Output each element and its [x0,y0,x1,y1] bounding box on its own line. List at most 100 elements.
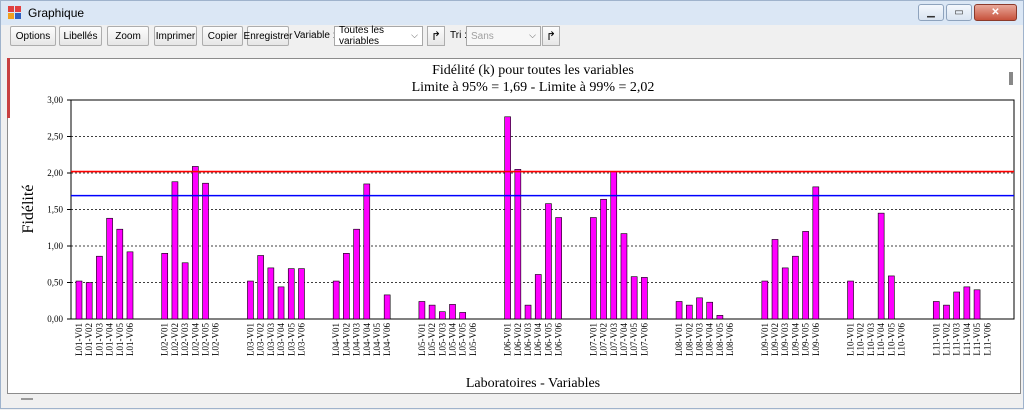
bar [192,166,199,320]
y-tick-label: 1,00 [47,241,63,251]
bar [706,301,713,320]
x-tick-label: L11-V06 [982,323,992,356]
bar [439,311,446,320]
bar [610,171,618,320]
bar [116,228,124,320]
x-tick-label: L09-V03 [780,323,790,356]
x-tick-label: L08-V05 [715,323,725,356]
x-tick-label: L09-V06 [811,323,821,356]
bar [675,301,683,320]
bar [534,274,542,320]
x-tick-label: L08-V06 [725,323,735,356]
x-tick-label: L08-V04 [705,323,715,356]
x-tick-label: L10-V05 [886,323,896,356]
x-tick-label: L07-V06 [639,323,649,356]
x-tick-label: L05-V02 [427,323,437,356]
plot-area: 0,000,501,001,502,002,503,00L01-V01 L01-V… [47,95,1015,356]
y-tick-label: 1,50 [47,205,63,215]
x-tick-label: L03-V01 [245,323,255,356]
bar [973,289,981,320]
y-tick-label: 0,00 [47,314,63,324]
bar [716,315,724,320]
x-tick-label: L06-V02 [513,323,523,356]
y-axis-title: Fidélité [20,185,37,234]
x-tick-label: L05-V01 [417,323,427,356]
vertical-scrollbar[interactable] [1006,64,1017,384]
bar [126,251,134,320]
bar [545,203,552,320]
x-tick-label: L06-V03 [523,323,533,356]
bar [555,217,562,320]
bar [363,183,371,320]
x-tick-label: L04-V03 [352,323,362,356]
x-tick-label: L01-V03 [94,323,104,356]
bar [600,198,607,320]
scrollbar-thumb[interactable] [1009,72,1013,85]
x-tick-label: L04-V04 [362,323,372,356]
x-tick-label: L01-V06 [125,323,135,356]
x-tick-label: L10-V04 [876,323,886,356]
bar [353,228,360,320]
bar [171,181,179,320]
bar [696,297,703,320]
fidelity-chart: Fidélité (k) pour toutes les variables L… [20,63,1015,391]
bar [953,291,960,320]
x-tick-label: L08-V02 [684,323,694,356]
x-tick-label: L09-V04 [790,323,800,356]
bar [202,182,209,320]
x-tick-label: L09-V02 [770,323,780,356]
bar [181,262,189,320]
y-tick-label: 2,50 [47,132,63,142]
bar [685,304,693,320]
bar [877,212,885,320]
x-tick-label: L08-V01 [674,323,684,356]
bar [802,231,809,320]
x-tick-label: L04-V01 [331,323,341,356]
status-grip [21,398,33,400]
graph-window: Graphique ▁ ▭ ✕ Options Libellés Zoom Im… [0,0,1024,409]
bar [298,268,305,320]
x-tick-label: L01-V04 [105,323,115,356]
bar [771,239,779,320]
x-tick-label: L10-V06 [897,323,907,356]
x-tick-label: L10-V01 [846,323,856,356]
y-tick-label: 0,50 [47,278,63,288]
bar [267,267,275,320]
x-tick-label: L03-V03 [266,323,276,356]
x-tick-label: L04-V06 [382,323,392,356]
bar [504,116,511,320]
x-tick-label: L09-V01 [760,323,770,356]
x-tick-label: L01-V01 [74,323,84,356]
bar [943,304,950,320]
bar [641,277,648,320]
x-tick-label: L01-V05 [115,323,125,356]
bar [257,255,264,320]
bar [847,280,854,320]
bar [792,255,799,320]
x-tick-label: L09-V05 [801,323,811,356]
x-tick-label: L02-V05 [201,323,211,356]
bar [630,276,638,320]
x-tick-label: L03-V05 [286,323,296,356]
x-tick-label: L10-V03 [866,323,876,356]
x-tick-label: L03-V02 [256,323,266,356]
x-tick-label: L05-V06 [468,323,478,356]
x-tick-label: L08-V03 [694,323,704,356]
bar [277,286,285,320]
bar [812,186,820,320]
bar [761,280,769,320]
x-tick-label: L02-V03 [180,323,190,356]
bar [888,275,895,320]
bar [96,255,103,320]
x-tick-label: L07-V01 [588,323,598,356]
x-tick-label: L11-V02 [941,323,951,356]
x-tick-label: L05-V04 [448,323,458,356]
bar [343,253,350,320]
x-tick-label: L07-V03 [609,323,619,356]
x-axis-title: Laboratoires - Variables [466,376,600,391]
x-tick-label: L06-V04 [533,323,543,356]
bar [449,304,456,320]
y-tick-label: 2,00 [47,168,63,178]
bar [459,312,467,320]
bar [932,301,940,320]
